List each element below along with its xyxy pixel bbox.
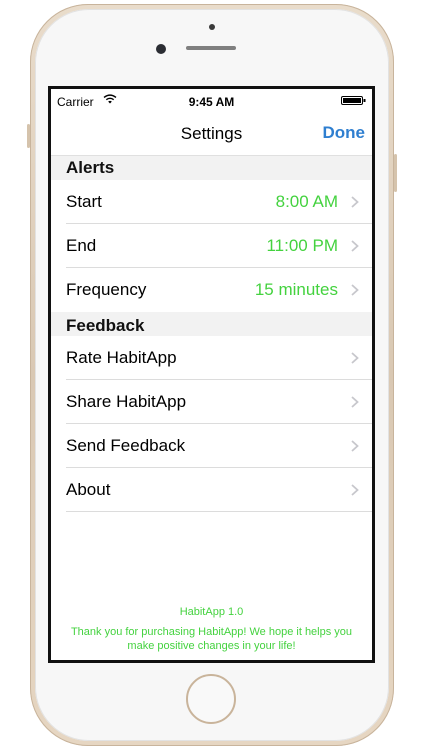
nav-bar: Settings Done: [51, 115, 372, 156]
chevron-right-icon: [351, 240, 359, 252]
about-row[interactable]: About: [51, 468, 372, 512]
chevron-right-icon: [351, 484, 359, 496]
row-label: About: [66, 480, 111, 499]
alerts-frequency-row[interactable]: Frequency 15 minutes: [51, 268, 372, 312]
status-time: 9:45 AM: [188, 95, 235, 109]
status-bar: Carrier 9:45 AM: [51, 89, 372, 115]
alerts-end-row[interactable]: End 11:00 PM: [51, 224, 372, 268]
home-button[interactable]: [186, 674, 236, 724]
row-value: 8:00 AM: [275, 192, 338, 211]
section-header-alerts: Alerts: [51, 156, 372, 180]
send-feedback-row[interactable]: Send Feedback: [51, 424, 372, 468]
row-value: 11:00 PM: [266, 236, 338, 255]
chevron-right-icon: [351, 352, 359, 364]
thank-you-message: Thank you for purchasing HabitApp! We ho…: [70, 626, 353, 652]
side-button-left: [27, 124, 30, 148]
alerts-start-row[interactable]: Start 8:00 AM: [51, 180, 372, 224]
earpiece-speaker: [186, 46, 236, 50]
rate-app-row[interactable]: Rate HabitApp: [51, 336, 372, 380]
section-header-feedback: Feedback: [51, 316, 372, 336]
share-app-row[interactable]: Share HabitApp: [51, 380, 372, 424]
side-button-right: [394, 154, 397, 192]
front-sensor: [209, 24, 215, 30]
footer: HabitApp 1.0 Thank you for purchasing Ha…: [51, 605, 372, 653]
row-label: Frequency: [66, 280, 147, 299]
chevron-right-icon: [351, 196, 359, 208]
row-label: Send Feedback: [66, 436, 186, 455]
row-divider: [66, 511, 372, 512]
chevron-right-icon: [351, 440, 359, 452]
front-camera: [156, 44, 166, 54]
chevron-right-icon: [351, 284, 359, 296]
row-label: Start: [66, 192, 102, 211]
row-label: End: [66, 236, 97, 255]
done-button[interactable]: Done: [323, 123, 366, 143]
battery-icon: [341, 96, 366, 105]
row-label: Share HabitApp: [66, 392, 187, 411]
row-value: 15 minutes: [254, 280, 338, 299]
app-version: HabitApp 1.0: [179, 606, 244, 618]
row-label: Rate HabitApp: [66, 348, 177, 367]
chevron-right-icon: [351, 396, 359, 408]
screen: Carrier 9:45 AM Settings Done Alerts Sta…: [48, 86, 375, 663]
